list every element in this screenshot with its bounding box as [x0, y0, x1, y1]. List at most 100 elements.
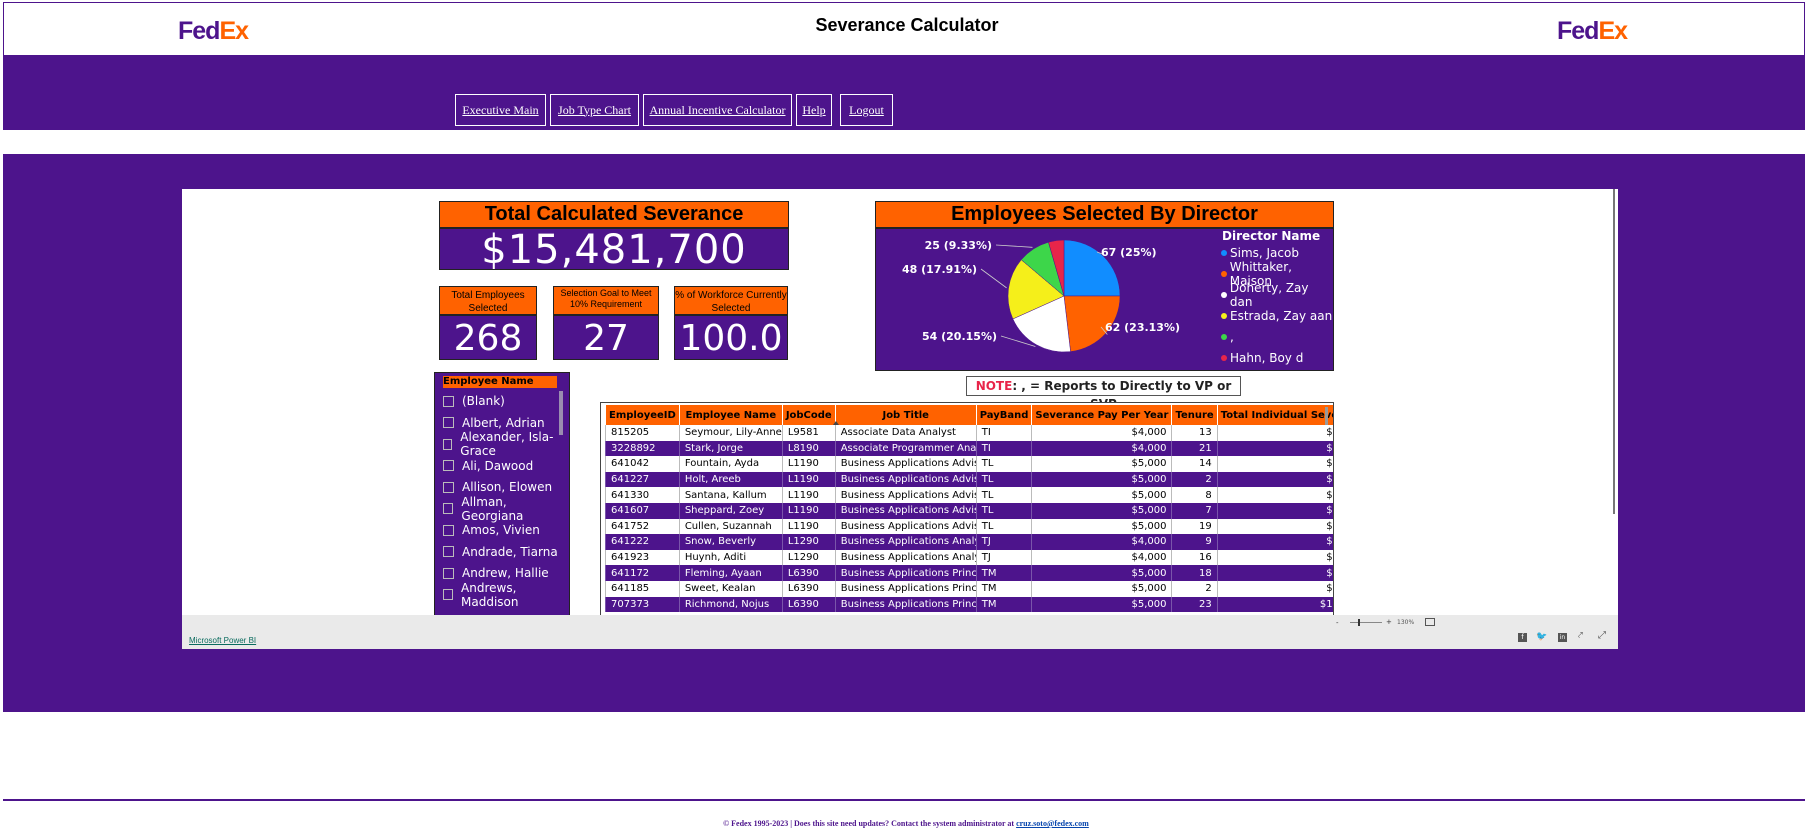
table-row[interactable]: 3228892 Stark, Jorge L8190 Associate Progra… — [605, 440, 1333, 457]
table-cell: 641752 — [605, 518, 680, 535]
table-cell: Richmond, Nojus — [678, 596, 783, 613]
legend-item[interactable]: , — [1221, 326, 1333, 347]
column-header[interactable]: Total Individual Severance — [1216, 405, 1333, 425]
admin-email-link[interactable]: cruz.soto@fedex.com — [1016, 819, 1089, 828]
nav-annual-incentive-calculator[interactable]: Annual Incentive Calculator — [643, 94, 792, 126]
nav-logout[interactable]: Logout — [840, 94, 893, 126]
zoom-slider-handle[interactable] — [1358, 619, 1360, 626]
slicer-title: Employee Name — [443, 376, 557, 388]
checkbox[interactable] — [443, 417, 454, 428]
share-icon[interactable]: ⤤ — [1578, 631, 1583, 641]
legend-item[interactable]: Doherty, Zay dan — [1221, 281, 1333, 309]
table-row[interactable]: 641185 Sweet, Kealan L6390 Business Applica… — [605, 580, 1333, 597]
table-cell: L1290 — [781, 534, 836, 550]
table-cell: Associate Programmer Analyst — [834, 440, 977, 457]
table-cell: $10,000 — [1216, 471, 1333, 488]
table-row[interactable]: 641172 Fleming, Ayaan L6390 Business Applic… — [605, 565, 1333, 581]
linkedin-icon[interactable]: in — [1558, 633, 1567, 642]
powerbi-link[interactable]: Microsoft Power BI — [189, 636, 256, 645]
table-row[interactable]: 641330 Santana, Kallum L1190 Business Appli… — [605, 487, 1333, 503]
column-header[interactable]: JobCode — [781, 405, 836, 425]
legend-label: Doherty, Zay dan — [1229, 280, 1309, 309]
pie-chart-card: 67 (25%) 62 (23.13%) 54 (20.15%) 48 (17.91%… — [875, 228, 1334, 371]
selection-goal-value: 27 — [553, 315, 659, 360]
table-cell: TI — [975, 440, 1032, 457]
table-cell: 2 — [1171, 471, 1218, 488]
fullscreen-icon[interactable]: ⤢ — [1598, 630, 1606, 641]
legend-title: Director Name — [1222, 229, 1321, 243]
checkbox[interactable] — [443, 438, 453, 450]
table-cell: Seymour, Lily-Anne — [678, 425, 783, 441]
table-row[interactable]: 707373 Richmond, Nojus L6390 Business Appli… — [605, 596, 1333, 613]
twitter-icon[interactable]: 🐦 — [1536, 632, 1547, 642]
slicer-item[interactable]: Ali, Dawood — [443, 456, 533, 476]
chart-title: Employees Selected By Director — [875, 201, 1334, 228]
table-row[interactable]: 641752 Cullen, Suzannah L1190 Business Appl… — [605, 518, 1333, 535]
slicer-item-label: Andrews, Maddison — [461, 580, 519, 609]
table-cell: 16 — [1171, 549, 1218, 566]
table-row[interactable]: 815205 Seymour, Lily-Anne L9581 Associate D… — [605, 425, 1333, 441]
pie-data-label: 48 (17.91%) — [902, 263, 977, 276]
zoom-slider[interactable] — [1350, 622, 1382, 623]
checkbox[interactable] — [443, 481, 454, 493]
slicer-scrollbar[interactable] — [559, 391, 563, 435]
column-header[interactable]: Tenure — [1171, 405, 1218, 425]
column-header[interactable]: Job Title — [834, 405, 977, 425]
table-cell: Business Applications Advisor — [834, 487, 977, 503]
table-row[interactable]: 641222 Snow, Beverly L1290 Business Applica… — [605, 534, 1333, 550]
nav-job-type-chart[interactable]: Job Type Chart — [550, 94, 639, 126]
checkbox[interactable] — [443, 567, 454, 579]
powerbi-report: Total Calculated Severance $15,481,700 T… — [182, 189, 1618, 649]
table-cell: $35,000 — [1216, 502, 1333, 519]
checkbox[interactable] — [443, 546, 454, 557]
slicer-item[interactable]: Alexander, Isla-Grace — [443, 430, 565, 458]
table-cell: Business Applications Advisor — [834, 518, 977, 535]
facebook-icon[interactable]: f — [1518, 633, 1527, 642]
checkbox[interactable] — [443, 524, 454, 536]
pct-workforce-value: 100.0 — [674, 315, 788, 360]
checkbox[interactable] — [443, 395, 454, 407]
column-header[interactable]: Severance Pay Per Year — [1031, 405, 1172, 425]
table-cell: 641185 — [605, 580, 680, 597]
note-label: NOTE — [975, 379, 1013, 393]
table-row[interactable]: 641607 Sheppard, Zoey L1190 Business Applic… — [605, 502, 1333, 519]
pie-data-label: 62 (23.13%) — [1105, 321, 1180, 334]
nav-help[interactable]: Help — [796, 94, 832, 126]
slicer-item[interactable]: Andrade, Tiarna — [443, 542, 558, 562]
table-scrollbar[interactable] — [1325, 407, 1328, 425]
table-cell: $64,000 — [1216, 549, 1333, 566]
zoom-plus-button[interactable]: + — [1386, 618, 1392, 626]
slicer-item[interactable]: Allman, Georgiana — [443, 495, 565, 523]
table-cell: $5,000 — [1031, 580, 1172, 597]
column-header[interactable]: EmployeeID — [605, 405, 680, 425]
slicer-item[interactable]: (Blank) — [443, 391, 505, 411]
employee-name-slicer[interactable]: Employee Name (Blank) Albert, Adrian Alexa… — [434, 372, 570, 649]
fit-page-icon[interactable] — [1425, 618, 1435, 626]
column-header[interactable]: Employee Name — [678, 405, 783, 425]
table-cell: 641222 — [605, 534, 680, 550]
zoom-minus-button[interactable]: - — [1336, 619, 1339, 627]
table-cell: 13 — [1171, 425, 1218, 441]
nav-executive-main[interactable]: Executive Main — [455, 94, 546, 126]
column-header[interactable]: PayBand — [975, 405, 1032, 425]
legend-item[interactable]: Hahn, Boy d — [1221, 347, 1333, 368]
table-cell: $84,000 — [1216, 440, 1333, 457]
slicer-item[interactable]: Amos, Vivien — [443, 520, 540, 540]
pie-chart[interactable]: 67 (25%) 62 (23.13%) 54 (20.15%) 48 (17.91%… — [876, 229, 1216, 370]
legend-label: , — [1230, 329, 1234, 344]
table-row[interactable]: 641042 Fountain, Ayda L1190 Business Applic… — [605, 456, 1333, 472]
table-row[interactable]: 641923 Huynh, Aditi L1290 Business Applicat… — [605, 549, 1333, 566]
table-cell: Fleming, Ayaan — [678, 565, 783, 581]
checkbox[interactable] — [443, 460, 454, 471]
chart-legend[interactable]: Sims, Jacob Whittaker, Maison Doherty, Zay… — [1221, 242, 1333, 368]
table-row[interactable]: 641227 Holt, Areeb L1190 Business Applicati… — [605, 471, 1333, 488]
table-cell: L8190 — [781, 440, 836, 457]
table-cell: $5,000 — [1031, 487, 1172, 503]
checkbox[interactable] — [443, 589, 454, 600]
legend-item[interactable]: Estrada, Zay aan — [1221, 305, 1333, 326]
table-cell: 21 — [1171, 440, 1218, 457]
slicer-item[interactable]: Andrews, Maddison — [443, 581, 565, 609]
total-severance-title: Total Calculated Severance — [439, 201, 789, 228]
report-scrollbar[interactable] — [1613, 189, 1615, 514]
checkbox[interactable] — [443, 503, 454, 514]
